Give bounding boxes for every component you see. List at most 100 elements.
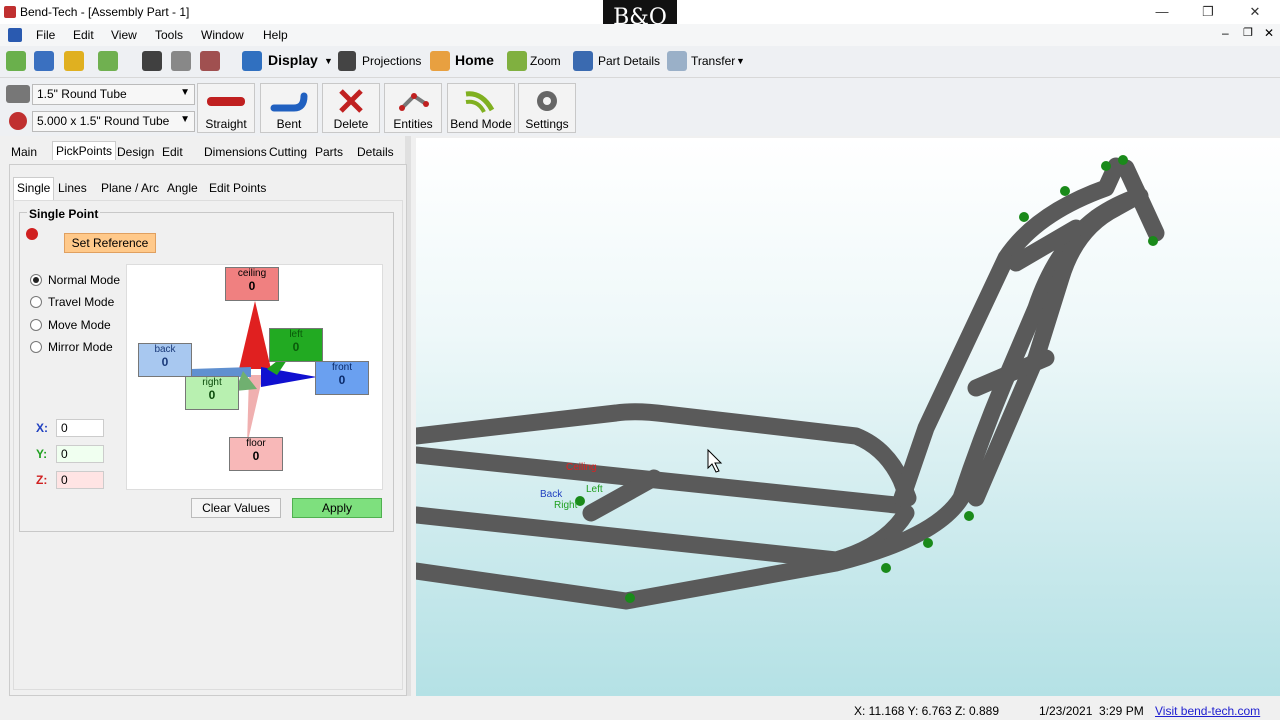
apply-button[interactable]: Apply (292, 498, 382, 518)
y-field[interactable]: 0 (56, 445, 104, 463)
part-details-button[interactable]: Part Details (598, 54, 660, 68)
tab-cutting[interactable]: Cutting (269, 145, 307, 159)
library-icon[interactable] (64, 51, 84, 71)
mirror-mode-label[interactable]: Mirror Mode (48, 340, 113, 354)
die-select[interactable]: 5.000 x 1.5" Round Tube ▼ (32, 111, 195, 132)
minimize-button[interactable]: — (1142, 2, 1182, 22)
tab-dimensions[interactable]: Dimensions (204, 145, 267, 159)
zoom-button[interactable]: Zoom (530, 54, 561, 68)
part-details-icon[interactable] (573, 51, 593, 71)
tab-details[interactable]: Details (357, 145, 394, 159)
z-value: 0 (61, 473, 68, 487)
move-mode-label[interactable]: Move Mode (48, 318, 111, 332)
subtab-lines[interactable]: Lines (58, 181, 87, 195)
mdi-close-button[interactable]: ✕ (1264, 26, 1274, 40)
menu-tools[interactable]: Tools (155, 28, 183, 42)
tab-edit[interactable]: Edit (162, 145, 183, 159)
entities-icon (394, 88, 432, 114)
new-icon[interactable] (6, 51, 26, 71)
chevron-down-icon: ▼ (180, 87, 190, 98)
home-icon[interactable] (430, 51, 450, 71)
travel-mode-radio[interactable] (30, 296, 42, 308)
front-value: 0 (338, 373, 346, 387)
save-icon[interactable] (142, 51, 162, 71)
close-button[interactable]: ✕ (1235, 2, 1275, 22)
camera-icon[interactable] (338, 51, 356, 71)
left-box[interactable]: left 0 (269, 328, 323, 362)
subtab-plane-arc[interactable]: Plane / Arc (101, 181, 159, 195)
website-link[interactable]: Visit bend-tech.com (1155, 704, 1260, 718)
settings-button[interactable]: Settings (518, 83, 576, 133)
menu-view[interactable]: View (111, 28, 137, 42)
restore-button[interactable]: ❐ (1188, 2, 1228, 22)
entities-button[interactable]: Entities (384, 83, 442, 133)
x-field[interactable]: 0 (56, 419, 104, 437)
ceiling-box[interactable]: ceiling 0 (225, 267, 279, 301)
floor-box[interactable]: floor 0 (229, 437, 283, 471)
delete-button[interactable]: Delete (322, 83, 380, 133)
tab-main[interactable]: Main (11, 145, 37, 159)
z-field[interactable]: 0 (56, 471, 104, 489)
print-icon[interactable] (171, 51, 191, 71)
home-button[interactable]: Home (455, 52, 494, 68)
set-reference-label: Set Reference (71, 236, 149, 250)
right-box[interactable]: right 0 (185, 376, 239, 410)
tube-select[interactable]: 1.5" Round Tube ▼ (32, 84, 195, 105)
mdi-restore-button[interactable]: ❐ (1243, 26, 1253, 39)
straight-button[interactable]: Straight (197, 83, 255, 133)
transfer-icon[interactable] (667, 51, 687, 71)
status-bar: X: 11.168 Y: 6.763 Z: 0.889 1/23/2021 3:… (0, 700, 1280, 720)
mdi-minimize-button[interactable]: – (1222, 26, 1229, 40)
3d-viewport[interactable]: Ceiling Back Left Right (416, 138, 1280, 696)
bent-button[interactable]: Bent (260, 83, 318, 133)
front-box[interactable]: front 0 (315, 361, 369, 395)
x-label: X: (36, 421, 48, 435)
tube-frame-model[interactable] (416, 138, 1280, 696)
set-reference-button[interactable]: Set Reference (64, 233, 156, 253)
display-button[interactable]: Display (268, 52, 318, 68)
projections-button[interactable]: Projections (362, 54, 421, 68)
clear-values-button[interactable]: Clear Values (191, 498, 281, 518)
tab-pickpoints[interactable]: PickPoints (52, 141, 117, 160)
display-dropdown-arrow[interactable]: ▼ (324, 56, 333, 66)
import-icon[interactable] (98, 51, 118, 71)
viewport-axis-ceiling: Ceiling (566, 462, 597, 473)
open-icon[interactable] (34, 51, 54, 71)
die-icon (9, 112, 27, 130)
bend-mode-button[interactable]: Bend Mode (447, 83, 515, 133)
bent-label: Bent (276, 117, 302, 131)
menu-help[interactable]: Help (263, 28, 288, 42)
normal-mode-label[interactable]: Normal Mode (48, 273, 120, 287)
travel-mode-label[interactable]: Travel Mode (48, 295, 114, 309)
menu-window[interactable]: Window (201, 28, 244, 42)
status-coords: X: 11.168 Y: 6.763 Z: 0.889 (854, 704, 1000, 718)
normal-mode-radio[interactable] (30, 274, 42, 286)
window-title: Bend-Tech - [Assembly Part - 1] (20, 5, 190, 19)
print-preview-icon[interactable] (200, 51, 220, 71)
zoom-icon[interactable] (507, 51, 527, 71)
display-icon[interactable] (242, 51, 262, 71)
subtab-single[interactable]: Single (13, 177, 55, 200)
chevron-down-icon: ▼ (180, 114, 190, 125)
subtab-edit-points[interactable]: Edit Points (209, 181, 266, 195)
y-value: 0 (61, 447, 68, 461)
apply-label: Apply (321, 501, 353, 515)
back-box[interactable]: back 0 (138, 343, 192, 377)
direction-widget: ceiling 0 left 0 back 0 front 0 right 0 … (126, 264, 383, 490)
x-value: 0 (61, 421, 68, 435)
tab-design[interactable]: Design (117, 145, 154, 159)
tab-parts[interactable]: Parts (315, 145, 343, 159)
front-label: front (331, 362, 352, 373)
bend-mode-label: Bend Mode (450, 117, 512, 131)
pick-point (1148, 236, 1158, 246)
menu-edit[interactable]: Edit (73, 28, 94, 42)
mirror-mode-radio[interactable] (30, 341, 42, 353)
subtab-angle[interactable]: Angle (167, 181, 198, 195)
document-icon (8, 28, 22, 42)
group-title: Single Point (27, 207, 101, 221)
menu-file[interactable]: File (36, 28, 55, 42)
transfer-dropdown-arrow[interactable]: ▼ (736, 56, 745, 66)
transfer-button[interactable]: Transfer (691, 54, 735, 68)
tube-lower-rail (416, 504, 915, 569)
move-mode-radio[interactable] (30, 319, 42, 331)
